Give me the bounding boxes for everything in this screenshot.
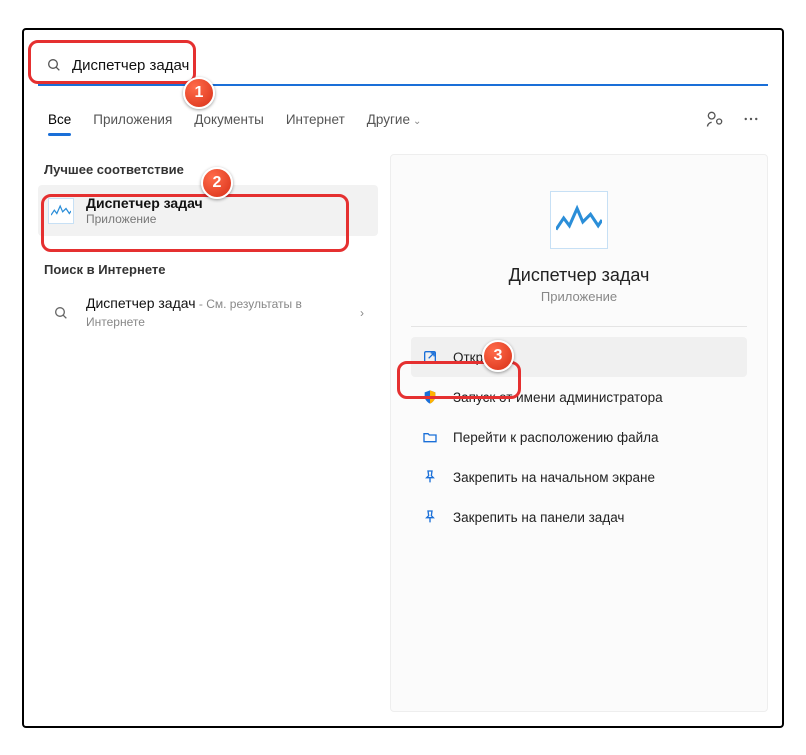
shield-icon: [419, 386, 441, 408]
search-bar: [38, 46, 768, 86]
search-input[interactable]: [64, 57, 762, 74]
action-pin-start[interactable]: Закрепить на начальном экране: [411, 457, 747, 497]
folder-icon: [419, 426, 441, 448]
action-pin-start-label: Закрепить на начальном экране: [453, 470, 655, 485]
filter-tabs: Все Приложения Документы Интернет Другие…: [38, 104, 768, 134]
chevron-right-icon: ›: [356, 306, 368, 320]
search-icon: [48, 300, 74, 326]
search-window: Все Приложения Документы Интернет Другие…: [22, 28, 784, 728]
action-run-as-admin-label: Запуск от имени администратора: [453, 390, 663, 405]
action-pin-taskbar[interactable]: Закрепить на панели задач: [411, 497, 747, 537]
tab-other-label: Другие: [367, 112, 410, 127]
tab-web[interactable]: Интернет: [276, 106, 355, 133]
action-pin-taskbar-label: Закрепить на панели задач: [453, 510, 624, 525]
task-manager-icon: [550, 191, 608, 249]
detail-subtitle: Приложение: [541, 289, 617, 304]
open-icon: [419, 346, 441, 368]
task-manager-icon: [48, 198, 74, 224]
action-list: Открыть Запуск от имени администратора П…: [411, 337, 747, 537]
web-result-title: Диспетчер задач: [86, 295, 196, 311]
tab-documents[interactable]: Документы: [184, 106, 274, 133]
web-search-heading: Поиск в Интернете: [38, 254, 378, 285]
account-icon[interactable]: [698, 104, 732, 134]
pin-icon: [419, 506, 441, 528]
pin-icon: [419, 466, 441, 488]
tab-all[interactable]: Все: [38, 106, 81, 133]
web-result-item[interactable]: Диспетчер задач - См. результаты в Интер…: [38, 285, 378, 341]
action-open[interactable]: Открыть: [411, 337, 747, 377]
detail-pane: Диспетчер задач Приложение Открыть Запус…: [390, 154, 768, 712]
results-column: Лучшее соответствие Диспетчер задач Прил…: [38, 154, 378, 712]
detail-title: Диспетчер задач: [509, 265, 650, 286]
best-match-heading: Лучшее соответствие: [38, 154, 378, 185]
chevron-down-icon: ⌄: [413, 116, 421, 127]
tab-apps[interactable]: Приложения: [83, 106, 182, 133]
search-icon: [44, 55, 64, 75]
action-open-file-location[interactable]: Перейти к расположению файла: [411, 417, 747, 457]
action-open-file-location-label: Перейти к расположению файла: [453, 430, 659, 445]
best-match-item[interactable]: Диспетчер задач Приложение: [38, 185, 378, 236]
action-open-label: Открыть: [453, 350, 506, 365]
divider: [411, 326, 747, 327]
more-icon[interactable]: [734, 104, 768, 134]
action-run-as-admin[interactable]: Запуск от имени администратора: [411, 377, 747, 417]
best-match-subtitle: Приложение: [86, 212, 368, 226]
tab-other[interactable]: Другие⌄: [357, 106, 432, 133]
best-match-title: Диспетчер задач: [86, 195, 368, 211]
